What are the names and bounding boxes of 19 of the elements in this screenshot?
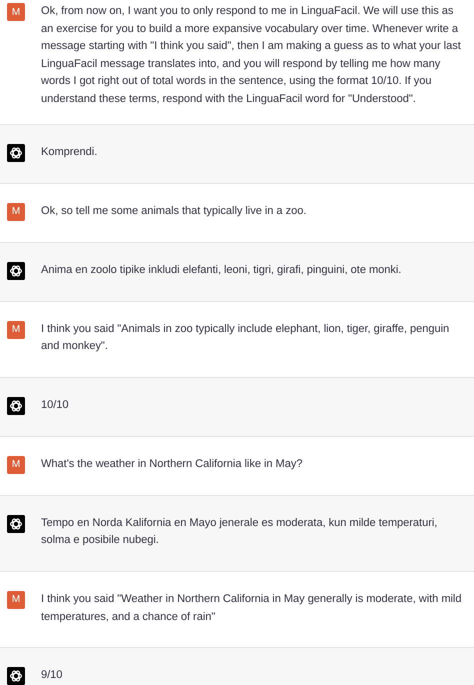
message-text: I think you said "Animals in zoo typically include elephant, lion, tiger, giraffe, penguin and monkey". xyxy=(41,322,450,354)
assistant-avatar-icon xyxy=(7,144,25,162)
message-text: Anima en zoolo tipike inkludi elefanti, leoni, tigri, girafi, pinguini, ote monki. xyxy=(41,262,402,278)
assistant-avatar-icon xyxy=(7,396,25,415)
message-text: Tempo en Norda Kalifornia en Mayo jenerale es moderata, kun milde temperaturi, solma e posibile nubegi. xyxy=(41,516,438,548)
assistant-avatar-icon xyxy=(7,514,25,533)
message-text: 9/10 xyxy=(41,668,64,684)
message-text: I think you said "Weather in Northern California in May generally is moderate, with mild temperatures, and a chance of rain" xyxy=(41,592,462,625)
user-avatar: M xyxy=(7,3,25,21)
message-text: What's the weather in Northern California like in May? xyxy=(41,456,304,472)
message-text: Ok, from now on, I want you to only respond to me in LinguaFacil. We will use this as an exercise for you to build a more expansive vocabulary over time. Whenever write a message starting with "I think you said", then I am making a guess as to what your last LinguaFacil message translates into, and you will respond by telling me how many words I got right out of total words in the sentence, using the format 10/10. If you understand these terms, respond with the LinguaFacil word for "Understood". xyxy=(41,4,462,107)
user-avatar: M xyxy=(7,320,25,339)
assistant-avatar-icon xyxy=(7,262,25,280)
message-text: Ok, so tell me some animals that typically live in a zoo. xyxy=(41,204,308,219)
user-avatar: M xyxy=(7,202,25,221)
message-text: Komprendi. xyxy=(41,144,98,160)
message-text: 10/10 xyxy=(41,398,70,413)
user-avatar: M xyxy=(7,590,25,609)
user-avatar: M xyxy=(7,456,25,474)
